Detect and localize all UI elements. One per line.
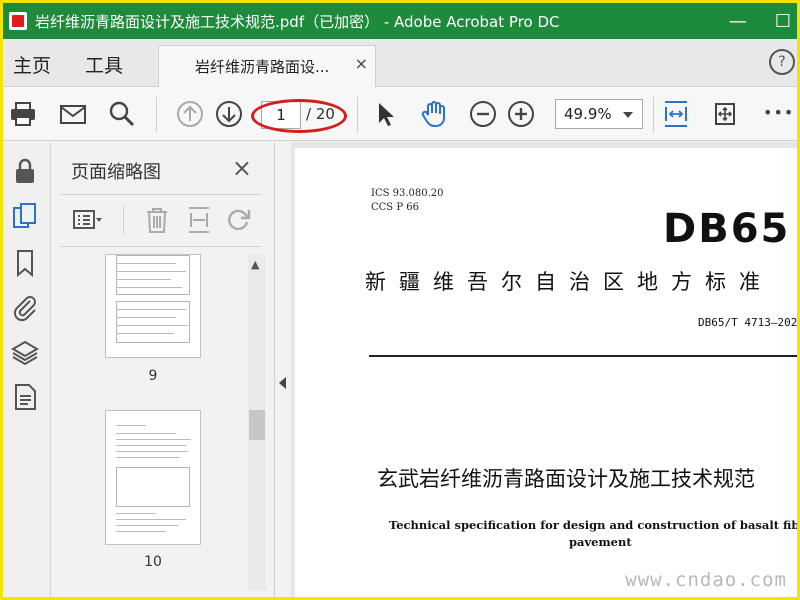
panel-divider xyxy=(61,246,261,247)
document-tab-label: 岩纤维沥青路面设... xyxy=(195,58,330,76)
window-controls: — ☐ xyxy=(729,3,791,39)
layers-icon[interactable] xyxy=(10,338,40,368)
db-code: DB65 xyxy=(663,206,791,252)
nav-home[interactable]: 主页 xyxy=(13,51,51,78)
tab-row: 主页 工具 岩纤维沥青路面设... × ? xyxy=(3,39,797,87)
thumbnail-table xyxy=(116,467,190,507)
document-view[interactable]: ICS 93.080.20 CCS P 66 DB65 新疆维吾尔自治区地方标准… xyxy=(291,142,797,597)
zoom-value: 49.9% xyxy=(564,105,612,123)
close-tab-icon[interactable]: × xyxy=(355,54,368,73)
fit-width-icon[interactable] xyxy=(661,99,691,129)
left-navigation-rail xyxy=(3,142,51,597)
window-title: 岩纤维沥青路面设计及施工技术规范.pdf（已加密） - Adobe Acroba… xyxy=(35,12,560,31)
thumbnail-scrollbar[interactable]: ▲ xyxy=(248,254,266,590)
thumbnail-options-icon[interactable] xyxy=(71,204,103,236)
rotate-icon[interactable] xyxy=(223,204,255,236)
document-properties-icon[interactable] xyxy=(10,382,40,412)
standard-number: DB65/T 4713—2023 xyxy=(698,316,797,329)
rotate-view-icon[interactable] xyxy=(710,99,740,129)
extract-pages-icon[interactable] xyxy=(183,204,215,236)
plus-circle-icon[interactable] xyxy=(506,99,536,129)
chinese-title: 玄武岩纤维沥青路面设计及施工技术规范 xyxy=(377,467,755,491)
collapse-panel-icon[interactable] xyxy=(279,377,286,389)
envelope-icon[interactable] xyxy=(58,99,88,129)
highlight-annotation xyxy=(251,99,347,133)
nav-tools[interactable]: 工具 xyxy=(85,51,123,78)
minimize-button[interactable]: — xyxy=(729,11,747,32)
more-tools-button[interactable]: ••• xyxy=(763,103,794,122)
horizontal-rule xyxy=(369,355,797,357)
attachment-icon[interactable] xyxy=(10,292,40,322)
page-thumbnails-icon[interactable] xyxy=(10,202,40,232)
page-thumbnail[interactable] xyxy=(105,410,201,545)
english-title-line-1: Technical specification for design and c… xyxy=(389,518,797,532)
ccs-code: CCS P 66 xyxy=(371,202,419,213)
zoom-select[interactable]: 49.9% xyxy=(555,99,643,129)
help-icon[interactable]: ? xyxy=(769,49,795,75)
maximize-button[interactable]: ☐ xyxy=(775,11,791,32)
toolbar-divider xyxy=(653,97,654,133)
close-panel-icon[interactable]: × xyxy=(232,154,252,182)
trash-icon[interactable] xyxy=(141,204,173,236)
toolbar: 1 / 20 49.9% ••• xyxy=(3,87,797,141)
thumbnail-page-number: 9 xyxy=(148,368,158,384)
panel-toolbar-divider xyxy=(123,206,124,234)
chevron-down-icon xyxy=(623,112,633,118)
lock-icon[interactable] xyxy=(10,156,40,186)
printer-icon[interactable] xyxy=(8,99,38,129)
page-thumbnail[interactable] xyxy=(105,254,201,358)
title-bar: 岩纤维沥青路面设计及施工技术规范.pdf（已加密） - Adobe Acroba… xyxy=(3,3,797,39)
thumbnail-table xyxy=(116,255,190,295)
bookmark-icon[interactable] xyxy=(10,248,40,278)
english-title-line-2: pavement xyxy=(569,535,632,549)
panel-divider xyxy=(61,194,261,195)
pdf-page: ICS 93.080.20 CCS P 66 DB65 新疆维吾尔自治区地方标准… xyxy=(295,148,797,597)
thumbnail-page-number: 10 xyxy=(144,554,162,570)
ics-code: ICS 93.080.20 xyxy=(371,188,444,199)
hand-icon[interactable] xyxy=(419,99,449,129)
site-watermark: www.cndao.com xyxy=(625,569,787,591)
app-window: 岩纤维沥青路面设计及施工技术规范.pdf（已加密） - Adobe Acroba… xyxy=(0,0,800,600)
standard-type: 新疆维吾尔自治区地方标准 xyxy=(365,270,773,294)
scroll-up-icon[interactable]: ▲ xyxy=(251,258,259,271)
arrow-down-circle-icon[interactable] xyxy=(214,99,244,129)
document-tab[interactable]: 岩纤维沥青路面设... × xyxy=(158,45,376,87)
toolbar-divider xyxy=(357,97,358,133)
page-thumbnails-panel: 页面缩略图 × 9 10 ▲ xyxy=(51,142,275,597)
panel-title: 页面缩略图 xyxy=(71,162,161,183)
arrow-up-circle-icon[interactable] xyxy=(175,99,205,129)
toolbar-divider xyxy=(156,97,157,133)
thumbnail-table xyxy=(116,301,190,343)
minus-circle-icon[interactable] xyxy=(468,99,498,129)
acrobat-app-icon xyxy=(9,12,27,30)
search-icon[interactable] xyxy=(107,99,137,129)
cursor-arrow-icon[interactable] xyxy=(371,99,401,129)
scrollbar-thumb[interactable] xyxy=(249,410,265,440)
